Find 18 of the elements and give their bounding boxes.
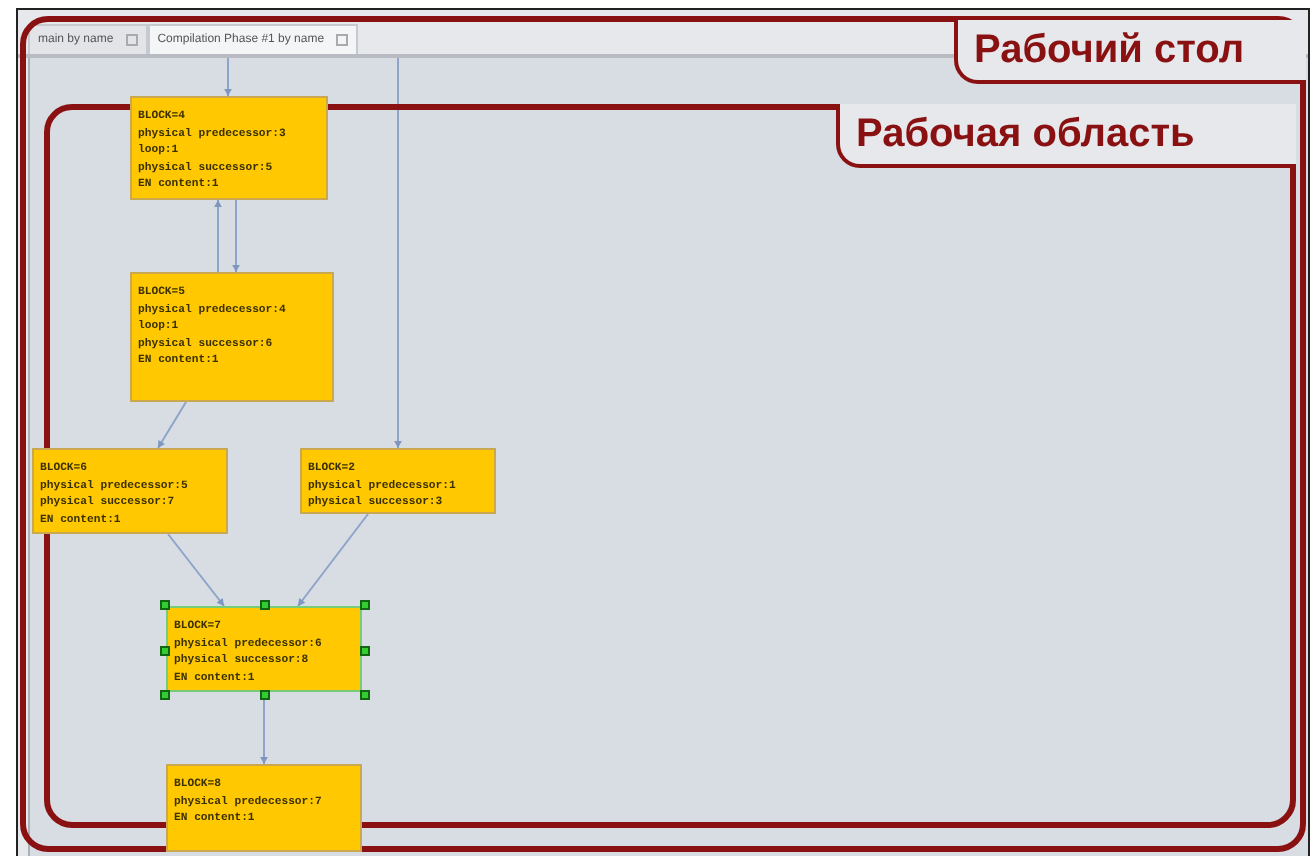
resize-handle[interactable] <box>360 690 370 700</box>
connector-arrow <box>232 199 240 273</box>
resize-handle[interactable] <box>360 600 370 610</box>
connector-arrow <box>157 401 187 449</box>
connector-arrow <box>297 513 369 607</box>
resize-handle[interactable] <box>260 600 270 610</box>
annotation-label: Рабочий стол <box>954 20 1306 84</box>
resize-handle[interactable] <box>260 690 270 700</box>
connector-arrow <box>214 199 222 273</box>
connector-arrow <box>167 533 225 607</box>
connector-arrow <box>224 58 232 97</box>
resize-handle[interactable] <box>160 690 170 700</box>
resize-handle[interactable] <box>160 645 170 655</box>
resize-handle[interactable] <box>160 600 170 610</box>
close-icon[interactable] <box>125 34 138 46</box>
resize-handle[interactable] <box>360 645 370 655</box>
close-icon[interactable] <box>336 34 349 46</box>
annotation-label: Рабочая область <box>836 104 1296 168</box>
